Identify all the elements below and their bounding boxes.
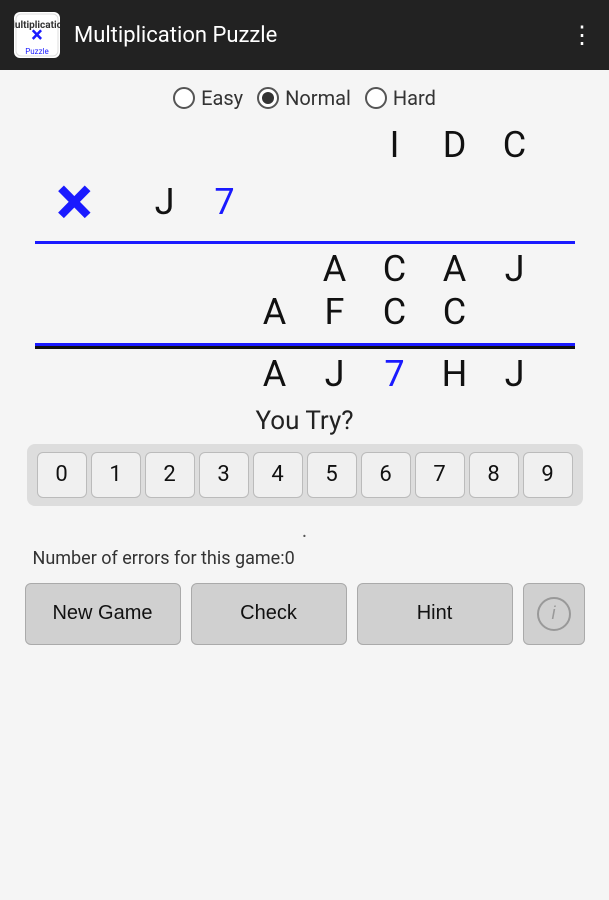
multiplicand-1: D — [425, 124, 485, 167]
difficulty-row: Easy Normal Hard — [173, 86, 436, 110]
top-bar: Multiplication × Puzzle Multiplication P… — [0, 0, 609, 70]
num-btn-5[interactable]: 5 — [307, 452, 357, 498]
result-3: H — [425, 353, 485, 396]
radio-hard[interactable] — [365, 87, 387, 109]
difficulty-easy[interactable]: Easy — [173, 86, 243, 110]
partial2-2: C — [365, 291, 425, 334]
error-count-row: Number of errors for this game:0 — [25, 548, 585, 569]
dot-indicator: . — [302, 518, 307, 542]
num-btn-6[interactable]: 6 — [361, 452, 411, 498]
num-btn-1[interactable]: 1 — [91, 452, 141, 498]
svg-text:Puzzle: Puzzle — [25, 47, 49, 56]
multiplicand-row: I D C — [35, 124, 575, 167]
partial1-2: A — [425, 248, 485, 291]
operator-row: × J 7 — [35, 167, 575, 237]
difficulty-normal[interactable]: Normal — [257, 86, 351, 110]
result-1: J — [305, 353, 365, 396]
num-btn-4[interactable]: 4 — [253, 452, 303, 498]
top-divider-line — [35, 241, 575, 244]
partial1-row: A C A J — [35, 248, 575, 291]
easy-label: Easy — [201, 86, 243, 110]
puzzle-area: I D C × J 7 A C A J A F C C — [25, 124, 585, 396]
radio-easy[interactable] — [173, 87, 195, 109]
app-logo: Multiplication × Puzzle — [14, 12, 60, 58]
svg-text:×: × — [31, 23, 43, 48]
partial1-3: J — [485, 248, 545, 291]
result-0: A — [245, 353, 305, 396]
info-icon-label: i — [552, 603, 556, 624]
errors-count: 0 — [285, 548, 295, 569]
hint-button[interactable]: Hint — [357, 583, 513, 645]
multiplier-J: J — [135, 181, 195, 224]
result-2: 7 — [365, 353, 425, 396]
normal-label: Normal — [285, 86, 351, 110]
info-icon: i — [537, 597, 571, 631]
new-game-button[interactable]: New Game — [25, 583, 181, 645]
difficulty-hard[interactable]: Hard — [365, 86, 436, 110]
result-row: A J 7 H J — [35, 353, 575, 396]
num-btn-2[interactable]: 2 — [145, 452, 195, 498]
bottom-buttons: New Game Check Hint i — [25, 583, 585, 645]
errors-label: Number of errors for this game: — [33, 548, 285, 569]
partial1-1: C — [365, 248, 425, 291]
num-btn-9[interactable]: 9 — [523, 452, 573, 498]
partial2-3: C — [425, 291, 485, 334]
menu-icon[interactable]: ⋮ — [570, 21, 595, 49]
num-btn-7[interactable]: 7 — [415, 452, 465, 498]
partial1-0: A — [305, 248, 365, 291]
multiplicand-0: I — [365, 124, 425, 167]
num-btn-3[interactable]: 3 — [199, 452, 249, 498]
multiplier-7: 7 — [195, 181, 255, 224]
you-try-label: You Try? — [255, 406, 353, 436]
partial2-row: A F C C — [35, 291, 575, 334]
partial2-0: A — [245, 291, 305, 334]
hard-label: Hard — [393, 86, 436, 110]
number-pad: 0 1 2 3 4 5 6 7 8 9 — [27, 444, 583, 506]
multiplicand-2: C — [485, 124, 545, 167]
num-btn-8[interactable]: 8 — [469, 452, 519, 498]
double-divider — [35, 343, 575, 349]
partial2-1: F — [305, 291, 365, 334]
multiply-x-icon: × — [35, 167, 115, 237]
check-button[interactable]: Check — [191, 583, 347, 645]
radio-normal[interactable] — [257, 87, 279, 109]
info-button[interactable]: i — [523, 583, 585, 645]
app-title: Multiplication Puzzle — [74, 23, 570, 48]
num-btn-0[interactable]: 0 — [37, 452, 87, 498]
main-content: Easy Normal Hard I D C × J 7 — [0, 70, 609, 900]
result-4: J — [485, 353, 545, 396]
